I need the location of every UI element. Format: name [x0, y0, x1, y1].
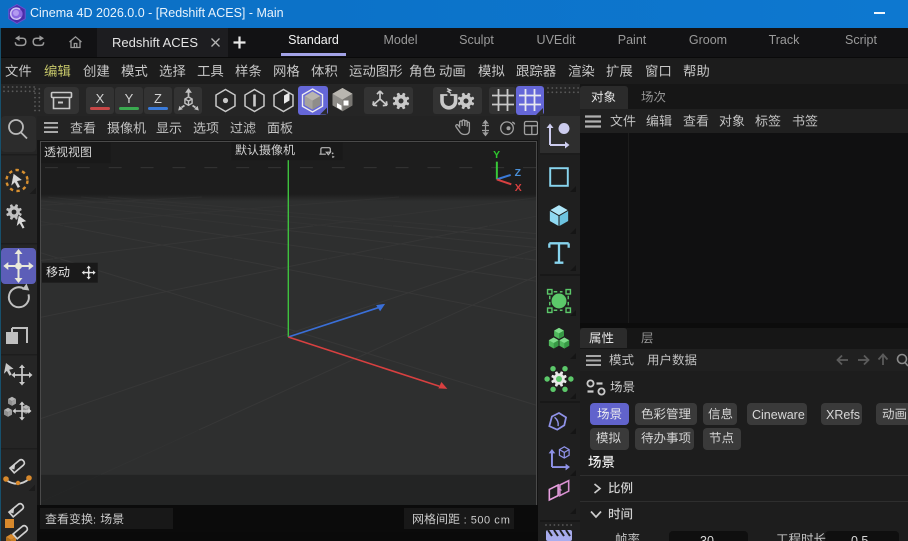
svg-text:X: X — [515, 183, 522, 194]
svg-text:X: X — [96, 91, 105, 106]
svg-text:Y: Y — [125, 91, 134, 106]
svg-text:Z: Z — [154, 91, 162, 106]
svg-text:Z: Z — [515, 168, 522, 179]
svg-text:Y: Y — [493, 150, 500, 161]
